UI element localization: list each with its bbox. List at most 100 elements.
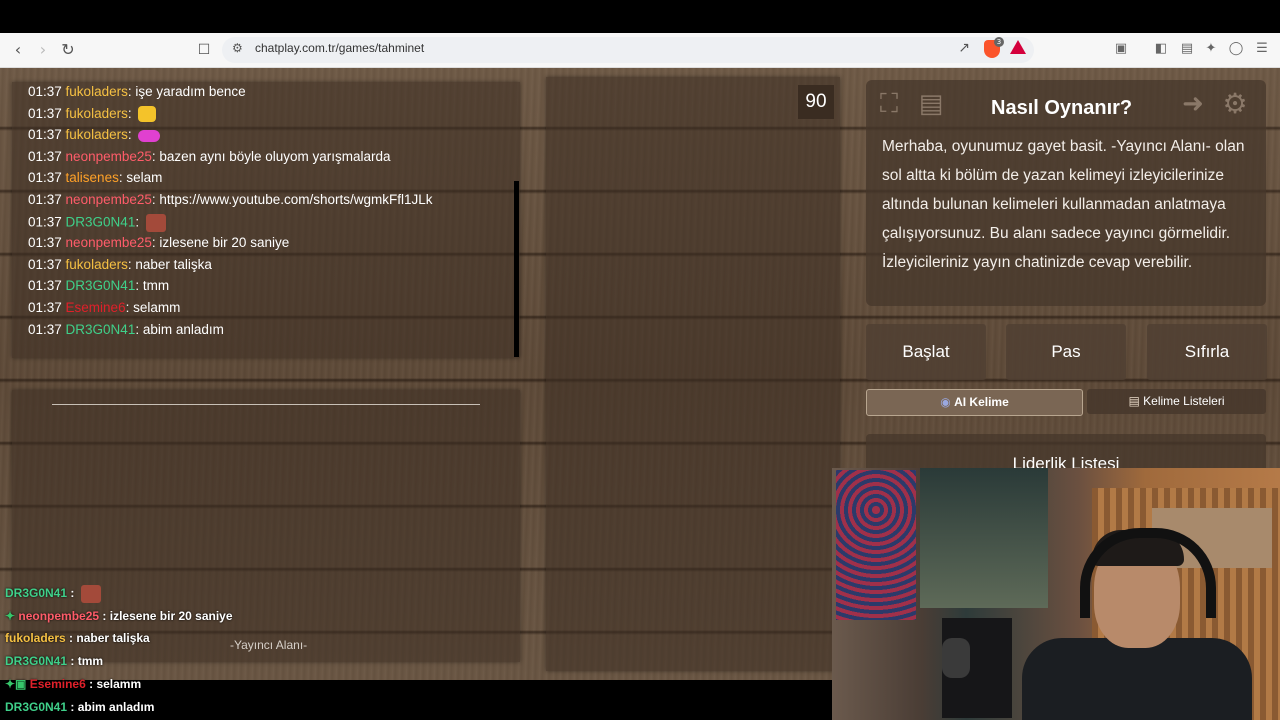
site-settings-icon[interactable]: ⚙ — [232, 41, 243, 55]
chat-message: 01:37 neonpembe25: https://www.youtube.c… — [28, 192, 433, 207]
chat-text: naber talişka — [135, 256, 212, 272]
wall-art — [836, 470, 916, 620]
word-lists-tab[interactable]: ▤ Kelime Listeleri — [1087, 389, 1266, 414]
overlay-chat-message: ✦ neonpembe25 : izlesene bir 20 saniye — [5, 609, 233, 623]
sidebar-icon[interactable]: ◧ — [1153, 41, 1169, 57]
overlay-text: selamm — [96, 677, 142, 691]
chat-username[interactable]: fukoladers — [66, 127, 128, 142]
pass-button[interactable]: Pas — [1006, 324, 1126, 380]
reset-button[interactable]: Sıfırla — [1147, 324, 1267, 380]
chat-username[interactable]: fukoladers — [66, 106, 128, 121]
chat-separator: : — [135, 214, 143, 230]
chat-timestamp: 01:37 — [28, 105, 66, 121]
microphone — [942, 638, 970, 678]
overlay-text: naber talişka — [76, 631, 150, 645]
screen-top-bar — [0, 0, 1280, 33]
chat-username[interactable]: DR3G0N41 — [66, 278, 136, 293]
chat-text: tmm — [142, 278, 170, 294]
overlay-separator: : — [67, 586, 78, 601]
url-text[interactable]: chatplay.com.tr/games/tahminet — [255, 41, 424, 55]
chat-message: 01:37 fukoladers: işe yaradım bence — [28, 84, 246, 99]
face-emote-icon — [145, 213, 166, 232]
chat-username[interactable]: DR3G0N41 — [66, 322, 136, 337]
chat-timestamp: 01:37 — [28, 127, 66, 143]
chat-text: abim anladım — [142, 321, 224, 337]
badge-icon: ✦▣ — [5, 677, 30, 691]
chat-username[interactable]: Esemine6 — [66, 300, 126, 315]
document-icon[interactable]: ▤ — [914, 88, 948, 120]
chat-message: 01:37 DR3G0N41: abim anladım — [28, 322, 224, 337]
chat-timestamp: 01:37 — [28, 321, 66, 337]
ai-word-tab[interactable]: ◉ AI Kelime — [866, 389, 1083, 416]
chat-message: 01:37 neonpembe25: bazen aynı böyle oluy… — [28, 149, 391, 164]
timer-counter: 90 — [798, 85, 834, 119]
chat-username[interactable]: DR3G0N41 — [66, 214, 136, 229]
chat-scrollbar[interactable] — [514, 181, 519, 357]
brave-rewards-icon[interactable] — [1010, 40, 1026, 54]
chat-text: https://www.youtube.com/shorts/wgmkFfl1J… — [159, 192, 433, 207]
chat-separator: : — [135, 278, 143, 294]
chat-username[interactable]: fukoladers — [66, 257, 128, 272]
shields-count-badge: 3 — [994, 37, 1004, 47]
chat-timestamp: 01:37 — [28, 214, 66, 230]
start-button[interactable]: Başlat — [866, 324, 986, 380]
wallet-icon[interactable]: ▤ — [1179, 41, 1195, 57]
chat-username[interactable]: talisenes — [66, 170, 119, 185]
chat-message: 01:37 fukoladers: — [28, 105, 157, 123]
chat-text: selamm — [133, 300, 181, 315]
exit-icon[interactable]: ➜ — [1176, 88, 1210, 120]
share-icon[interactable]: ↗ — [958, 40, 970, 56]
menu-icon[interactable]: ☰ — [1254, 41, 1270, 57]
chat-text: selam — [126, 170, 163, 186]
overlay-username: DR3G0N41 — [5, 654, 68, 668]
overlay-chat-message: fukoladers : naber talişka — [5, 631, 150, 645]
overlay-separator: : — [67, 700, 78, 714]
chat-timestamp: 01:37 — [28, 148, 66, 164]
back-icon[interactable]: ‹ — [8, 40, 28, 60]
chat-timestamp: 01:37 — [28, 235, 66, 251]
chat-username[interactable]: fukoladers — [66, 84, 128, 99]
streamer-body — [1022, 638, 1252, 720]
overlay-username: DR3G0N41 — [5, 586, 68, 601]
address-bar[interactable]: ⚙ chatplay.com.tr/games/tahminet ↗ 3 — [222, 37, 1034, 63]
leo-ai-icon[interactable]: ✦ — [1203, 41, 1219, 57]
browser-toolbar: ‹ › ↻ ☐ ⚙ chatplay.com.tr/games/tahminet… — [0, 33, 1280, 68]
word-lists-label: Kelime Listeleri — [1143, 394, 1225, 408]
chat-separator: : — [127, 105, 136, 121]
overlay-separator: : — [65, 631, 77, 645]
face-emote-icon — [80, 585, 101, 603]
forward-icon[interactable]: › — [33, 40, 53, 60]
how-to-play-text: Merhaba, oyunumuz gayet basit. -Yayıncı … — [882, 138, 1245, 271]
gear-icon[interactable]: ⚙ — [1218, 88, 1252, 120]
reload-icon[interactable]: ↻ — [58, 40, 78, 60]
overlay-chat-message: DR3G0N41 : — [5, 585, 101, 603]
chat-message: 01:37 fukoladers: naber talişka — [28, 257, 212, 272]
overlay-separator: : — [85, 677, 97, 691]
overlay-username: Esemine6 — [29, 677, 86, 691]
wall-painting — [920, 468, 1048, 608]
word-display-line — [52, 404, 480, 405]
chat-message: 01:37 fukoladers: — [28, 127, 161, 143]
chat-username[interactable]: neonpembe25 — [66, 149, 152, 164]
chat-timestamp: 01:37 — [28, 170, 66, 186]
robot-icon: ◉ — [940, 395, 951, 409]
overlay-chat-message: ✦▣ Esemine6 : selamm — [5, 677, 141, 691]
chat-separator: : — [135, 321, 143, 337]
chat-message: 01:37 neonpembe25: izlesene bir 20 saniy… — [28, 235, 289, 250]
overlay-chat-message: DR3G0N41 : abim anladım — [5, 700, 154, 714]
vpn-icon[interactable]: ◯ — [1228, 41, 1244, 57]
streamer-area-label: -Yayıncı Alanı- — [230, 638, 308, 652]
bookmark-icon[interactable]: ☐ — [194, 40, 214, 60]
fullscreen-icon[interactable]: ⛶ — [872, 88, 906, 120]
chat-username[interactable]: neonpembe25 — [66, 192, 152, 207]
badge-icon: ✦ — [5, 609, 19, 623]
overlay-text: tmm — [77, 654, 104, 668]
overlay-separator: : — [67, 654, 78, 668]
chat-message: 01:37 DR3G0N41: tmm — [28, 278, 169, 293]
cat-emote-icon — [138, 106, 157, 123]
chat-timestamp: 01:37 — [28, 278, 66, 294]
chat-username[interactable]: neonpembe25 — [66, 235, 152, 250]
chat-text: işe yaradım bence — [135, 84, 246, 99]
overlay-text: izlesene bir 20 saniye — [109, 609, 233, 623]
cast-icon[interactable]: ▣ — [1113, 41, 1129, 57]
